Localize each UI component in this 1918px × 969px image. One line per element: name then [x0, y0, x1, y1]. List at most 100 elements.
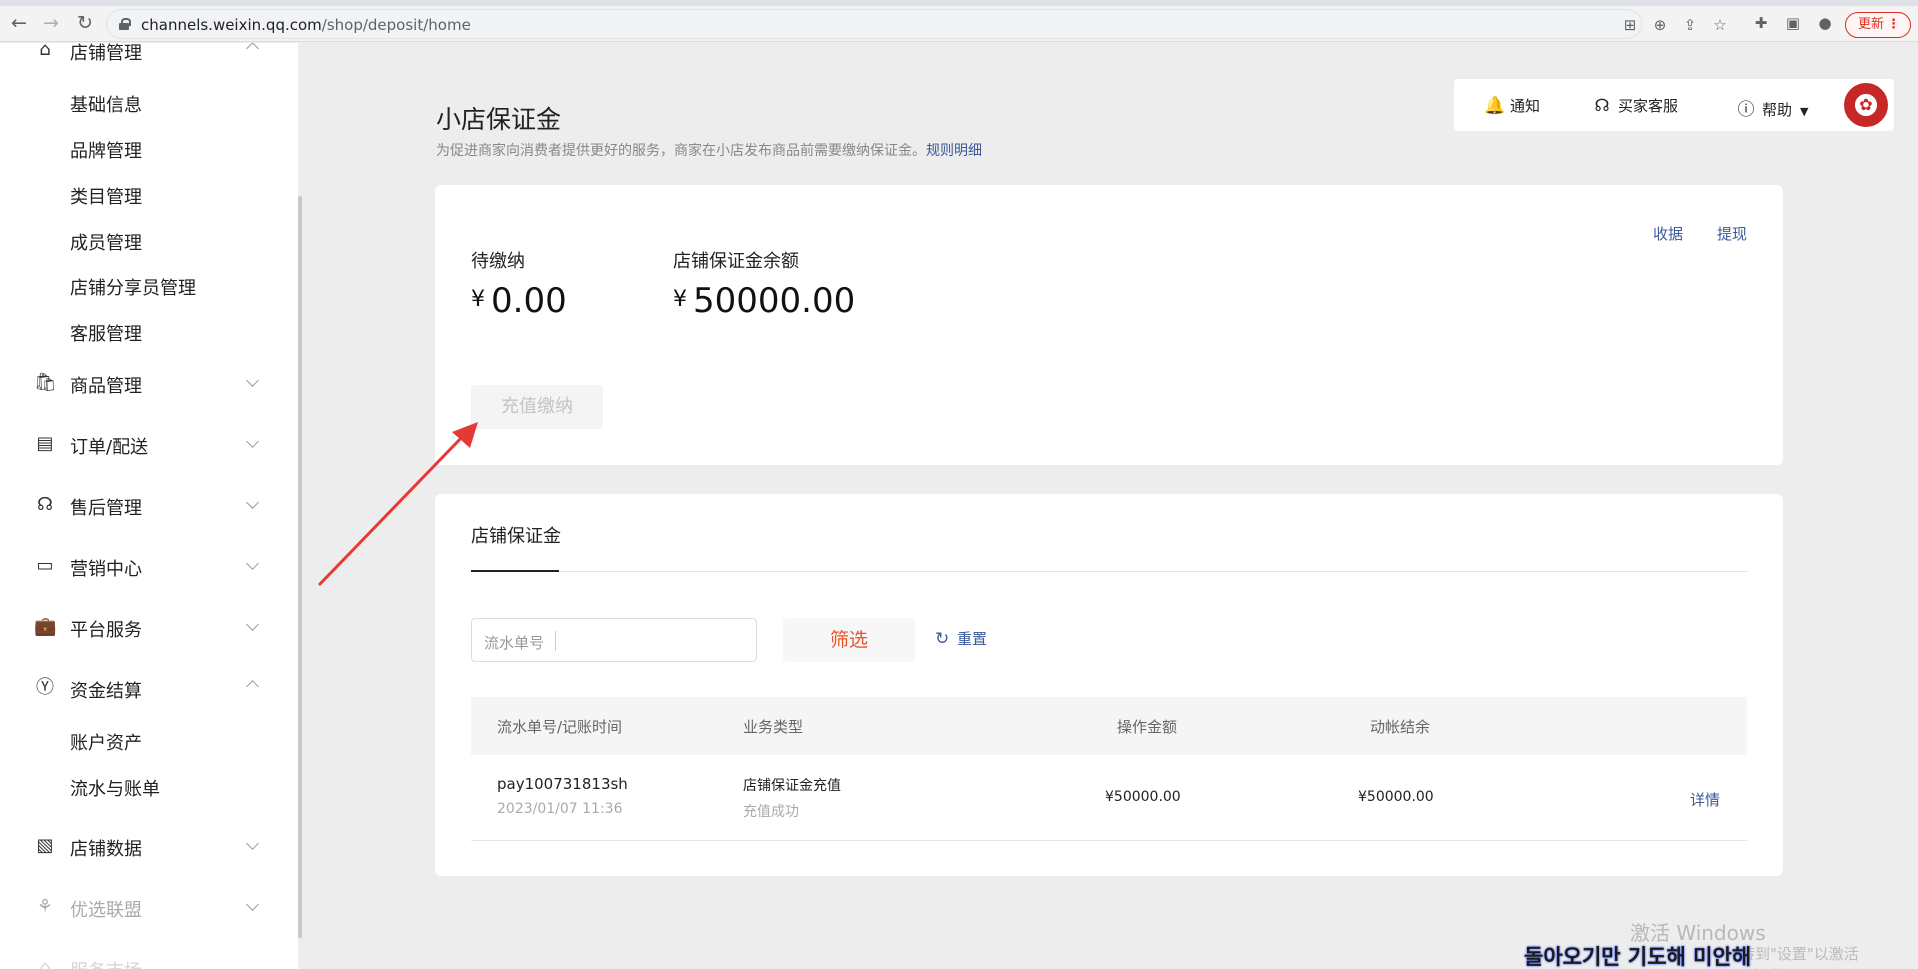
sidebar-item-label: 优选联盟: [70, 900, 142, 921]
chevron-down-icon: [242, 834, 262, 854]
annotation-arrow: [318, 422, 478, 586]
refresh-icon: ↻: [935, 629, 950, 649]
clipboard-icon: ▤: [36, 433, 54, 454]
translate-icon[interactable]: ⊞: [1621, 16, 1639, 34]
operation-amount: ¥50000.00: [1105, 789, 1181, 805]
balance-label: 店铺保证金余额: [673, 251, 799, 272]
sidebar-subitem-sharers[interactable]: 店铺分享员管理: [70, 274, 196, 300]
sidebar-item-marketing[interactable]: ▭ 营销中心: [0, 545, 298, 585]
briefcase-icon: 💼: [34, 616, 57, 637]
sidebar-item-platform[interactable]: 💼 平台服务: [0, 606, 298, 646]
deposit-summary-card: 待缴纳 ¥0.00 店铺保证金余额 ¥50000.00 收据 提现 充值缴纳: [435, 185, 1783, 465]
sidebar-subitem-customer-service[interactable]: 客服管理: [70, 320, 142, 346]
ticket-icon: ▭: [36, 555, 54, 576]
back-icon[interactable]: ←: [8, 12, 30, 34]
sidebar-subitem-members[interactable]: 成员管理: [70, 229, 142, 255]
update-button[interactable]: 更新 ⋮: [1845, 12, 1911, 38]
table-row: pay100731813sh 2023/01/07 11:36 店铺保证金充值 …: [471, 755, 1747, 841]
overlay-caption: 돌아오기만 기도해 미안해: [1524, 945, 1752, 969]
question-circle-icon: ⓘ: [1737, 100, 1755, 120]
sidebar-item-label: 平台服务: [70, 620, 142, 641]
deposit-records-card: 店铺保证金 流水单号 筛选 ↻ 重置 流水单号/记账时间 业务类型 操作金额 动帐…: [435, 494, 1783, 876]
bookmark-star-icon[interactable]: ☆: [1711, 16, 1729, 34]
sidebar-subitem-category[interactable]: 类目管理: [70, 183, 142, 209]
sidebar-subitem-basic-info[interactable]: 基础信息: [70, 91, 142, 117]
sidebar-item-orders[interactable]: ▤ 订单/配送: [0, 423, 298, 463]
sidebar-item-data[interactable]: ▧ 店铺数据: [0, 825, 298, 865]
reset-button[interactable]: ↻ 重置: [935, 628, 987, 649]
help-button[interactable]: ⓘ 帮助 ▼: [1736, 95, 1809, 120]
chevron-down-icon: [242, 895, 262, 915]
page-description: 为促进商家向消费者提供更好的服务，商家在小店发布商品前需要缴纳保证金。规则明细: [436, 143, 982, 159]
shop-icon: ⌂: [39, 43, 51, 60]
sidebar-item-label: 资金结算: [70, 681, 142, 702]
browser-toolbar: ← → ↻ channels.weixin.qq.com/shop/deposi…: [0, 0, 1918, 42]
filter-button[interactable]: 筛选: [783, 618, 915, 662]
receipt-link[interactable]: 收据: [1653, 223, 1683, 244]
address-bar[interactable]: channels.weixin.qq.com/shop/deposit/home…: [106, 9, 1727, 39]
sidebar: ⌂ 店铺管理 基础信息 品牌管理 类目管理 成员管理 店铺分享员管理 客服管理 …: [0, 43, 298, 969]
url-text: channels.weixin.qq.com/shop/deposit/home: [141, 16, 471, 34]
chevron-up-icon: [242, 676, 262, 696]
sidebar-item-label: 服务市场: [70, 957, 142, 969]
business-type: 店铺保证金充值: [743, 778, 841, 794]
flow-number-input[interactable]: 流水单号: [471, 618, 757, 662]
sidebar-item-market[interactable]: ⌂ 服务市场: [0, 947, 298, 969]
sidebar-item-shop-manage[interactable]: ⌂ 店铺管理: [0, 43, 298, 69]
profile-icon[interactable]: ●: [1816, 14, 1834, 32]
flow-number: pay100731813sh: [497, 775, 628, 793]
tab-divider: [471, 571, 1747, 572]
sidebar-item-label: 售后管理: [70, 498, 142, 519]
page-title: 小店保证金: [436, 105, 562, 134]
network-icon: ⚘: [36, 896, 54, 917]
notify-button[interactable]: 🔔 通知: [1484, 95, 1540, 116]
column-header: 流水单号/记账时间: [497, 718, 623, 736]
column-header: 动帐结余: [1370, 718, 1431, 736]
bell-icon: 🔔: [1484, 96, 1506, 116]
store-icon: ⌂: [39, 957, 51, 969]
windows-activation-hint: 转到"设置"以激活 Windows。: [1740, 945, 1859, 969]
balance-amount: ¥50000.00: [673, 281, 856, 321]
sidebar-subitem-flow-bills[interactable]: 流水与账单: [70, 775, 160, 801]
pending-amount: ¥0.00: [471, 281, 567, 321]
menu-dots-icon[interactable]: ⋮: [1887, 13, 1900, 37]
record-time: 2023/01/07 11:36: [497, 801, 623, 817]
column-header: 业务类型: [743, 718, 804, 736]
chevron-up-icon: [242, 43, 262, 58]
sidebar-item-finance[interactable]: Ⓨ 资金结算: [0, 667, 298, 707]
extensions-icon[interactable]: ✚: [1752, 14, 1770, 32]
zoom-icon[interactable]: ⊕: [1651, 16, 1669, 34]
sidebar-subitem-account-assets[interactable]: 账户资产: [70, 729, 142, 755]
chevron-down-icon: [242, 493, 262, 513]
chevron-down-icon: [242, 371, 262, 391]
chevron-down-icon: [242, 615, 262, 635]
sidebar-item-aftersale[interactable]: ☊ 售后管理: [0, 484, 298, 524]
chart-icon: ▧: [36, 835, 54, 856]
record-status: 充值成功: [743, 804, 799, 820]
chevron-down-icon: [242, 554, 262, 574]
rules-link[interactable]: 规则明细: [926, 143, 982, 159]
caret-down-icon: ▼: [1800, 105, 1809, 118]
sidebar-item-label: 店铺数据: [70, 839, 142, 860]
reload-icon[interactable]: ↻: [74, 12, 96, 34]
headset-icon: ☊: [1594, 96, 1610, 116]
withdraw-link[interactable]: 提现: [1717, 223, 1747, 244]
sidebar-item-label: 营销中心: [70, 559, 142, 580]
chevron-down-icon: [242, 432, 262, 452]
headset-icon: ☊: [37, 494, 53, 515]
tab-strip: [0, 0, 1918, 6]
sidebar-item-goods[interactable]: 🛍 商品管理: [0, 362, 298, 402]
balance-after: ¥50000.00: [1358, 789, 1434, 805]
forward-icon[interactable]: →: [40, 12, 62, 34]
side-panel-icon[interactable]: ▣: [1784, 14, 1802, 32]
sidebar-item-alliance[interactable]: ⚘ 优选联盟: [0, 886, 298, 926]
pending-label: 待缴纳: [471, 251, 525, 272]
share-icon[interactable]: ⇪: [1681, 16, 1699, 34]
top-action-bar: 🔔 通知 ☊ 买家客服 ⓘ 帮助 ▼ ✿: [1454, 79, 1894, 131]
detail-link[interactable]: 详情: [1690, 789, 1720, 810]
avatar[interactable]: ✿: [1844, 83, 1888, 127]
yen-circle-icon: Ⓨ: [36, 677, 54, 698]
buyer-service-button[interactable]: ☊ 买家客服: [1592, 95, 1678, 116]
sidebar-item-label: 店铺管理: [70, 43, 142, 64]
sidebar-subitem-brand[interactable]: 品牌管理: [70, 137, 142, 163]
